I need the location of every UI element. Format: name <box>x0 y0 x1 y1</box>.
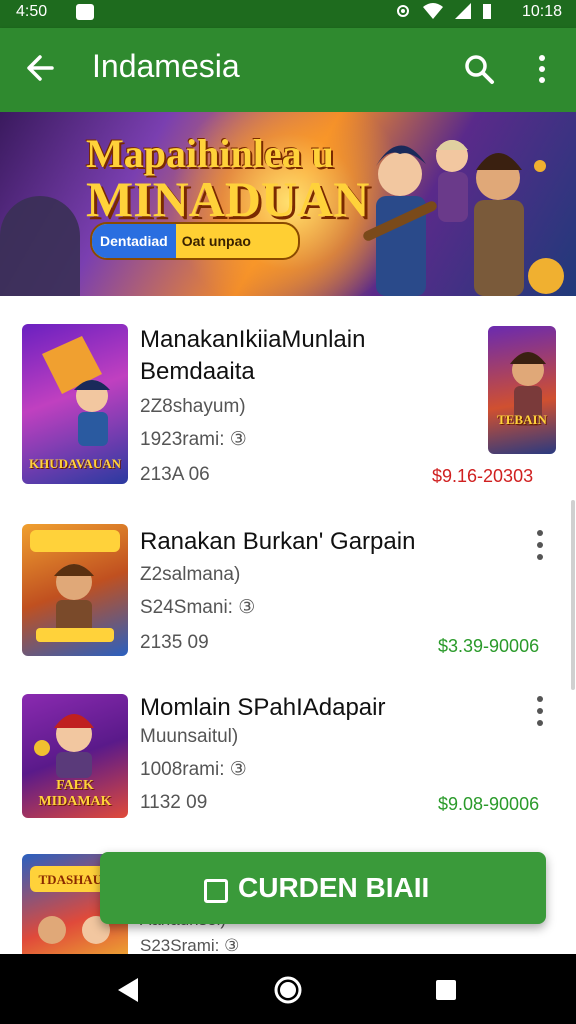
game-thumbnail-art <box>30 530 120 642</box>
status-icons <box>394 2 492 20</box>
list-item[interactable]: Ranakan Burkan' Garpain Z2salmana) S24Sm… <box>0 506 576 679</box>
game-side-thumbnail-caption: TEBAIN <box>497 412 547 427</box>
game-thumbnail-caption: FAEK MIDAMAK <box>38 778 112 809</box>
game-date: 213A 06 <box>140 464 210 485</box>
banner-tag-pill[interactable]: Dentadiad Oat unpao <box>90 222 300 260</box>
more-vert-icon[interactable] <box>530 528 550 562</box>
game-thumbnail-caption: KHUDAVAUAN <box>29 456 121 471</box>
more-vert-icon[interactable] <box>530 694 550 728</box>
game-side-thumbnail[interactable]: TEBAIN <box>488 326 556 454</box>
page-title: Indamesia <box>92 48 240 84</box>
square-recents-icon[interactable] <box>434 978 458 1002</box>
game-title: Momlain SPahIAdapair <box>140 694 386 721</box>
scrollbar[interactable] <box>571 500 575 690</box>
primary-action-label: CURDEN BIAII <box>238 872 430 903</box>
banner-tag-right: Oat unpao <box>181 233 251 249</box>
game-side-thumbnail-art <box>510 352 546 426</box>
game-meta: 1008rami: ③ <box>140 759 247 780</box>
banner-tag-left: Dentadiad <box>92 224 176 258</box>
game-thumbnail[interactable]: KHUDAVAUAN <box>22 324 128 484</box>
status-time-left: 4:50 <box>16 3 48 20</box>
system-nav-bar <box>0 954 576 1024</box>
triangle-back-icon[interactable] <box>114 976 142 1004</box>
status-time-right: 10:18 <box>521 3 562 20</box>
notification-icon <box>76 4 94 20</box>
battery-icon <box>483 4 491 19</box>
list-item[interactable]: FAEK MIDAMAK Momlain SPahIAdapair Muunsa… <box>0 678 576 833</box>
list-item[interactable]: KHUDAVAUAN ManakanIkiiaMunlain Bemdaaita… <box>0 296 576 507</box>
banner-heroes-image <box>363 140 564 296</box>
game-price: $9.08-90006 <box>438 794 540 814</box>
copy-icon <box>204 879 228 903</box>
game-subtitle: Z2salmana) <box>140 564 241 585</box>
circle-home-icon[interactable] <box>272 974 304 1006</box>
wifi-icon <box>423 3 443 19</box>
app-bar: Indamesia <box>0 28 576 112</box>
game-title: Ranakan Burkan' Garpain <box>140 528 416 555</box>
settings-icon <box>397 5 409 17</box>
banner-title-line2: MINADUAN <box>86 171 370 227</box>
game-date: 1132 09 <box>140 792 208 813</box>
search-icon[interactable] <box>462 52 496 86</box>
game-subtitle: Muunsaitul) <box>140 726 239 747</box>
game-price: $9.16-20303 <box>432 466 534 486</box>
game-title: ManakanIkiiaMunlain <box>140 326 366 353</box>
status-bar: 4:50 10:18 <box>0 0 576 28</box>
game-meta: S23Srami: ③ <box>140 936 240 955</box>
more-vert-icon[interactable] <box>530 52 554 86</box>
signal-icon <box>455 3 471 19</box>
game-price: $3.39-90006 <box>438 636 540 656</box>
featured-banner[interactable]: Mapaihinlea u MINADUAN Dentadiad Oat unp… <box>0 112 576 296</box>
banner-creature-image <box>0 196 80 296</box>
game-thumbnail[interactable]: FAEK MIDAMAK <box>22 694 128 818</box>
game-subtitle: 2Z8shayum) <box>140 396 246 417</box>
arrow-left-icon[interactable] <box>22 50 58 86</box>
game-date: 2135 09 <box>140 632 209 653</box>
game-thumbnail[interactable] <box>22 524 128 656</box>
primary-action-button[interactable]: CURDEN BIAII <box>100 852 546 924</box>
game-meta: 1923rami: ③ <box>140 429 247 450</box>
game-meta: S24Smani: ③ <box>140 597 256 618</box>
game-title-line2: Bemdaaita <box>140 358 255 385</box>
